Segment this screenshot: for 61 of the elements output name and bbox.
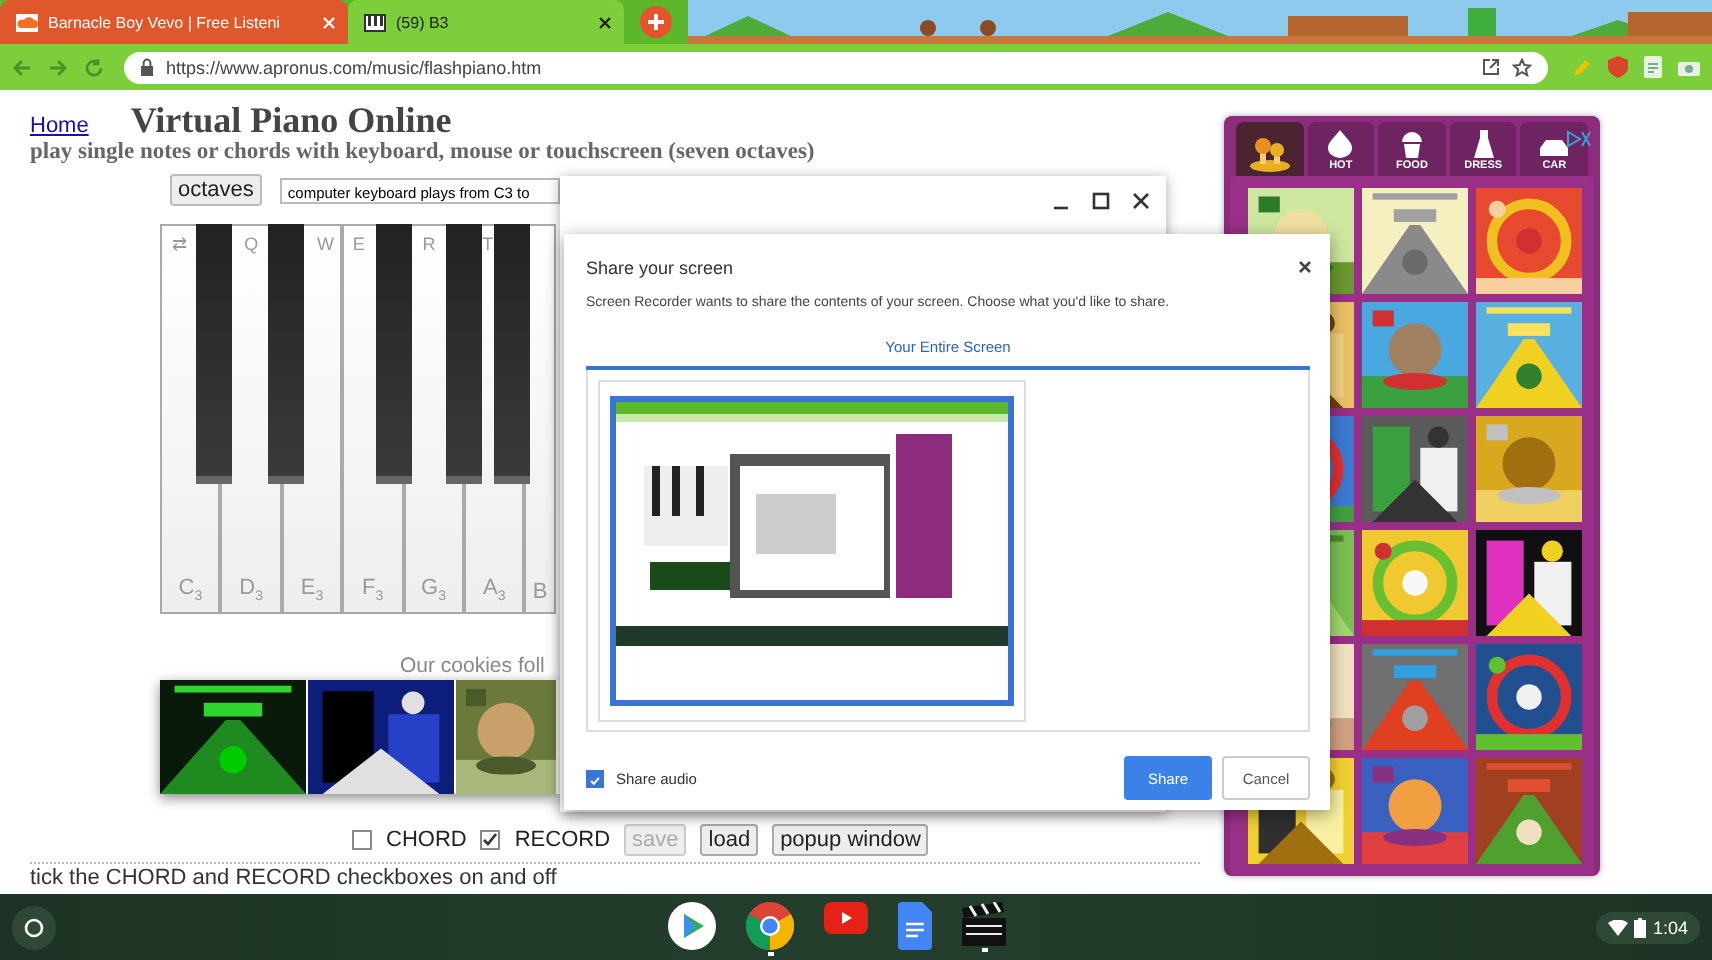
piano-icon (364, 13, 386, 31)
key-shortcut: E (352, 234, 365, 254)
sharp-key[interactable] (494, 224, 531, 484)
car-icon (1538, 138, 1571, 158)
note-label: C$_{3}$ (178, 575, 203, 604)
cloud-icon (16, 13, 38, 31)
note-label: D$_{3}$ (239, 575, 264, 604)
ad-info-icon[interactable] (1564, 130, 1592, 148)
browser-icon[interactable] (746, 902, 794, 950)
cupcake-icon (1399, 130, 1424, 158)
checkbox-label: CHORD (386, 828, 467, 852)
page-subtitle: play single notes or chords with keyboard, mouse or touchscreen (seven octaves) (30, 140, 817, 168)
key-shortcut: Q (244, 234, 259, 254)
page-button[interactable]: popup window (772, 824, 929, 856)
note-label: B (532, 580, 548, 604)
checkbox[interactable] (586, 769, 604, 787)
note-label: G$_{3}$ (421, 575, 446, 604)
launcher-icon (24, 917, 44, 937)
dress-icon (1473, 130, 1494, 158)
checkbox-label: RECORD (514, 828, 611, 852)
key-shortcut: W (316, 234, 334, 254)
checkbox[interactable] (352, 830, 372, 850)
sharp-key[interactable] (375, 224, 412, 484)
maximize-icon[interactable] (1092, 192, 1110, 210)
browser-tab[interactable]: Barnacle Boy Vevo | Free Listeni (0, 0, 348, 44)
page-title: Virtual Piano Online (130, 100, 452, 142)
key-shortcut: T (482, 234, 494, 254)
lock-icon (140, 58, 154, 76)
close-icon[interactable] (1132, 192, 1150, 210)
cookie-notice: Our cookies foll (400, 654, 547, 680)
external-link-icon[interactable] (1482, 58, 1500, 76)
dialog-title: Share your screen (586, 258, 734, 278)
sharp-key[interactable] (196, 224, 233, 484)
hint-text: tick the CHORD and RECORD checkboxes on and off (30, 862, 1200, 892)
note-label: E$_{3}$ (300, 575, 324, 604)
document-icon[interactable] (898, 902, 932, 950)
clapperboard-icon[interactable] (962, 902, 1006, 946)
star-icon[interactable] (1512, 57, 1532, 77)
sharp-key[interactable] (267, 224, 304, 484)
video-play-icon[interactable] (824, 902, 868, 934)
category-tab[interactable] (1236, 122, 1304, 176)
new-tab-icon[interactable] (640, 6, 672, 38)
checkbox[interactable] (480, 830, 501, 850)
battery-icon (1634, 917, 1647, 937)
note-label: A$_{3}$ (483, 575, 506, 604)
key-shortcut: ⇄ (172, 234, 189, 254)
status-area[interactable]: 1:04 (1596, 911, 1700, 943)
launcher-button[interactable] (12, 905, 56, 949)
page-button[interactable]: load (700, 824, 759, 856)
address-bar[interactable]: https://www.apronus.com/music/flashpiano.htm (124, 51, 1548, 83)
home-link[interactable]: Home (30, 114, 89, 138)
octaves-button[interactable]: octaves (170, 174, 262, 206)
clock-time: 1:04 (1652, 917, 1688, 937)
key-shortcut: R (422, 234, 436, 254)
browser-tab[interactable]: (59) B3 (348, 0, 624, 44)
close-icon[interactable] (598, 15, 612, 29)
close-icon[interactable] (1298, 260, 1312, 274)
screen-option[interactable] (598, 380, 1026, 722)
note-label: F$_{3}$ (362, 575, 384, 604)
mushroom-logo-icon (1247, 136, 1292, 172)
wifi-icon (1608, 919, 1629, 935)
